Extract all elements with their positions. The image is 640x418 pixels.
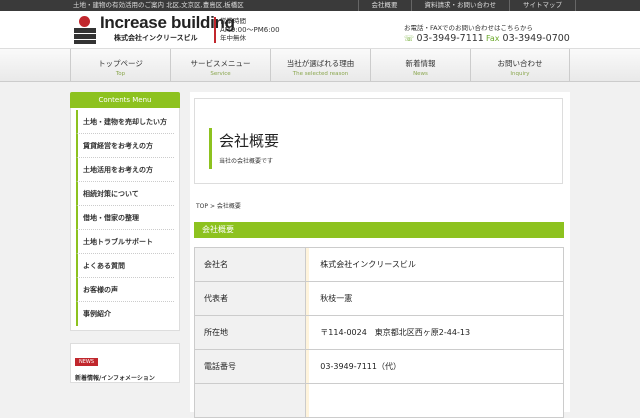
phone-icon: ☏ <box>404 34 417 43</box>
logo-company-name: 株式会社インクリースビル <box>114 34 198 42</box>
tel-number[interactable]: ☏ 03-3949-7111 <box>404 33 484 44</box>
table-key: 電話番号 <box>193 349 307 384</box>
table-key: 所在地 <box>193 315 307 350</box>
breadcrumb-separator: > <box>209 203 215 210</box>
toplink-sitemap[interactable]: サイトマップ <box>509 0 576 11</box>
table-key: 代表者 <box>193 281 307 316</box>
table-value: 秋枝一憲 <box>305 281 564 316</box>
table-value <box>305 383 564 418</box>
page-subtitle: 当社の会社概要です <box>219 158 274 165</box>
main-content: 会社概要 当社の会社概要です TOP > 会社概要 会社概要 会社名 株式会社イン… <box>190 92 570 418</box>
breadcrumb-current: 会社概要 <box>216 203 241 210</box>
site-tagline: 土地・建物の有効活用のご案内 北区,文京区,豊島区,板橋区 <box>73 1 244 9</box>
sidebar-item-leasehold[interactable]: 借地・借家の整理 <box>76 206 174 230</box>
toplink-request[interactable]: 資料請求・お問い合わせ <box>410 0 510 11</box>
hours-label: 営業時間 <box>220 17 246 25</box>
breadcrumb-home[interactable]: TOP <box>196 203 208 210</box>
table-value: 03-3949-7111（代） <box>305 349 564 384</box>
page-title: 会社概要 <box>219 132 280 150</box>
contact-lead: お電話・FAXでのお問い合わせはこちらから <box>404 24 534 32</box>
nav-top[interactable]: トップページ Top <box>70 49 170 81</box>
sidebar-item-land-use[interactable]: 土地活用をお考えの方 <box>76 158 174 182</box>
sidebar-item-rental[interactable]: 賃貸経営をお考えの方 <box>76 134 174 158</box>
sidebar-item-inheritance[interactable]: 相続対策について <box>76 182 174 206</box>
sidebar-title: Contents Menu <box>70 92 180 108</box>
table-row: 所在地 〒114-0024 東京都北区西ヶ原2-44-13 <box>193 315 564 350</box>
nav-reason[interactable]: 当社が選ばれる理由 The selected reason <box>270 49 370 81</box>
company-table: 会社名 株式会社インクリースビル 代表者 秋枝一憲 所在地 〒114-0024 東京都… <box>193 247 564 418</box>
nav-service[interactable]: サービスメニュー Service <box>170 49 270 81</box>
fax-number: Fax 03-3949-0700 <box>486 33 570 44</box>
top-links: 会社概要 資料請求・お問い合わせ サイトマップ <box>357 0 576 11</box>
sidebar-item-faq[interactable]: よくある質問 <box>76 254 174 278</box>
hours-time: AM9:00～PM6:00 <box>220 25 280 34</box>
table-row <box>193 383 564 418</box>
sidebar: Contents Menu 土地・建物を売却したい方 賃貸経営をお考えの方 土地… <box>70 92 180 383</box>
news-box: NEWS 新着情報/インフォメーション <box>70 343 180 383</box>
top-bar: 土地・建物の有効活用のご案内 北区,文京区,豊島区,板橋区 会社概要 資料請求・… <box>0 0 640 11</box>
table-row: 電話番号 03-3949-7111（代） <box>193 349 564 384</box>
news-link[interactable]: 新着情報/インフォメーション <box>75 373 175 382</box>
sidebar-item-cases[interactable]: 事例紹介 <box>76 302 174 326</box>
section-heading: 会社概要 <box>194 222 564 238</box>
business-hours: 営業時間 AM9:00～PM6:00 年中無休 <box>214 17 280 43</box>
sidebar-item-sell[interactable]: 土地・建物を売却したい方 <box>76 110 174 134</box>
toplink-company[interactable]: 会社概要 <box>357 0 411 11</box>
table-row: 代表者 秋枝一憲 <box>193 281 564 316</box>
table-key: 会社名 <box>193 247 307 282</box>
nav-inquiry[interactable]: お問い合わせ Inquiry <box>470 49 570 81</box>
table-row: 会社名 株式会社インクリースビル <box>193 247 564 282</box>
sidebar-item-voice[interactable]: お客様の声 <box>76 278 174 302</box>
sidebar-menu: 土地・建物を売却したい方 賃貸経営をお考えの方 土地活用をお考えの方 相続対策に… <box>70 108 180 331</box>
hours-note: 年中無休 <box>220 34 246 42</box>
site-header: Increase building 株式会社インクリースビル 営業時間 AM9:… <box>0 11 640 48</box>
page-title-box: 会社概要 当社の会社概要です <box>194 98 563 184</box>
nav-news[interactable]: 新着情報 News <box>370 49 470 81</box>
table-value: 株式会社インクリースビル <box>305 247 564 282</box>
news-badge: NEWS <box>75 358 99 366</box>
sidebar-item-trouble[interactable]: 土地トラブルサポート <box>76 230 174 254</box>
breadcrumb: TOP > 会社概要 <box>196 201 241 210</box>
global-nav: トップページ Top サービスメニュー Service 当社が選ばれる理由 The s… <box>0 48 640 82</box>
table-key <box>193 383 307 418</box>
table-value: 〒114-0024 東京都北区西ヶ原2-44-13 <box>305 315 564 350</box>
fax-label: Fax <box>486 34 500 43</box>
logo-icon[interactable] <box>74 14 96 44</box>
